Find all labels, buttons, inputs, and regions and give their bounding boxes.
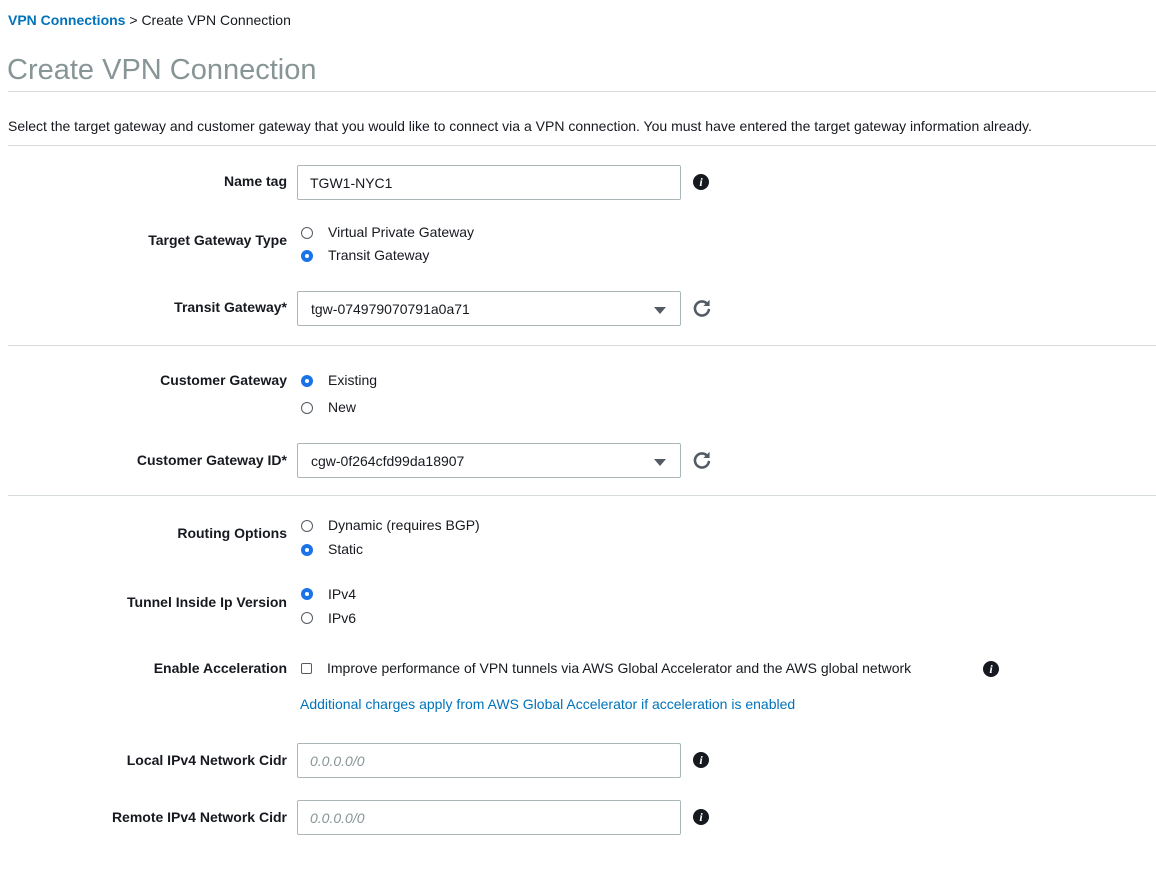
breadcrumb-separator: > (125, 12, 142, 28)
section-divider-1 (8, 345, 1156, 346)
customer-gateway-id-value: cgw-0f264cfd99da18907 (311, 453, 465, 469)
option-dynamic[interactable]: Dynamic (requires BGP) (328, 517, 480, 533)
description-divider (8, 145, 1156, 146)
routing-options-label: Routing Options (177, 525, 287, 541)
option-static[interactable]: Static (328, 541, 363, 557)
radio-transit-gateway[interactable] (301, 250, 313, 262)
name-tag-input[interactable] (297, 165, 681, 200)
remote-cidr-label: Remote IPv4 Network Cidr (111, 809, 287, 825)
customer-gateway-id-select[interactable]: cgw-0f264cfd99da18907 (297, 443, 681, 478)
refresh-icon[interactable] (692, 450, 712, 470)
transit-gateway-value: tgw-074979070791a0a71 (311, 301, 470, 317)
option-ipv6[interactable]: IPv6 (328, 610, 356, 626)
customer-gateway-label: Customer Gateway (160, 372, 287, 388)
breadcrumb-current: Create VPN Connection (141, 12, 291, 28)
name-tag-label: Name tag (223, 173, 287, 189)
acceleration-charges-note[interactable]: Additional charges apply from AWS Global… (300, 696, 795, 712)
radio-existing[interactable] (301, 375, 313, 387)
page-description: Select the target gateway and customer g… (8, 118, 1032, 134)
transit-gateway-select[interactable]: tgw-074979070791a0a71 (297, 291, 681, 326)
enable-acceleration-label: Enable Acceleration (153, 660, 287, 676)
chevron-down-icon (654, 307, 666, 314)
radio-static[interactable] (301, 544, 313, 556)
radio-virtual-private-gateway[interactable] (301, 227, 313, 239)
acceleration-checkbox-label[interactable]: Improve performance of VPN tunnels via A… (327, 660, 911, 676)
breadcrumb-link-vpn-connections[interactable]: VPN Connections (8, 12, 125, 28)
chevron-down-icon (654, 459, 666, 466)
acceleration-checkbox[interactable] (301, 663, 312, 674)
transit-gateway-label: Transit Gateway* (174, 299, 287, 315)
remote-cidr-input[interactable] (297, 800, 681, 835)
radio-new[interactable] (301, 402, 313, 414)
option-new[interactable]: New (328, 399, 356, 415)
title-divider (8, 91, 1156, 92)
radio-ipv6[interactable] (301, 612, 313, 624)
page-title: Create VPN Connection (7, 54, 317, 86)
info-icon[interactable]: i (693, 809, 709, 825)
breadcrumb: VPN Connections > Create VPN Connection (8, 12, 291, 28)
option-ipv4[interactable]: IPv4 (328, 586, 356, 602)
info-icon[interactable]: i (693, 174, 709, 190)
section-divider-2 (8, 495, 1156, 496)
refresh-icon[interactable] (692, 298, 712, 318)
customer-gateway-id-label: Customer Gateway ID* (136, 452, 287, 468)
radio-dynamic[interactable] (301, 520, 313, 532)
option-transit-gateway[interactable]: Transit Gateway (328, 247, 429, 263)
local-cidr-input[interactable] (297, 743, 681, 778)
tunnel-ip-version-label: Tunnel Inside Ip Version (127, 594, 287, 610)
info-icon[interactable]: i (983, 661, 999, 677)
target-gateway-type-label: Target Gateway Type (148, 232, 287, 248)
option-virtual-private-gateway[interactable]: Virtual Private Gateway (328, 224, 474, 240)
local-cidr-label: Local IPv4 Network Cidr (126, 752, 287, 768)
info-icon[interactable]: i (693, 752, 709, 768)
radio-ipv4[interactable] (301, 588, 313, 600)
option-existing[interactable]: Existing (328, 372, 377, 388)
